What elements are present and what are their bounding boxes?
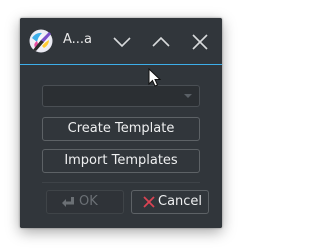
- import-templates-button[interactable]: Import Templates: [42, 149, 200, 173]
- create-template-button[interactable]: Create Template: [42, 117, 200, 141]
- import-templates-label: Import Templates: [64, 153, 178, 168]
- chevron-down-icon: [184, 94, 192, 98]
- minimize-button[interactable]: [111, 31, 133, 53]
- dialog-window: A...a Create Template Import Templates O…: [20, 18, 222, 228]
- dialog-content: Create Template Import Templates OK Canc…: [20, 65, 222, 228]
- window-title: A...a: [63, 32, 93, 47]
- cancel-button[interactable]: Cancel: [131, 190, 209, 214]
- create-template-label: Create Template: [67, 121, 175, 136]
- maximize-button[interactable]: [150, 31, 172, 53]
- cancel-x-icon: [143, 196, 155, 208]
- template-combobox[interactable]: [42, 85, 200, 107]
- chevron-up-icon: [152, 36, 170, 47]
- close-icon: [192, 34, 208, 50]
- separator: [42, 182, 200, 183]
- titlebar[interactable]: A...a: [20, 18, 222, 64]
- krita-brush-icon: [29, 29, 53, 53]
- chevron-down-icon: [113, 37, 131, 48]
- cancel-label: Cancel: [158, 194, 203, 209]
- ok-button[interactable]: OK: [46, 190, 124, 214]
- ok-arrow-icon: [62, 197, 74, 207]
- ok-label: OK: [79, 194, 98, 209]
- close-button[interactable]: [189, 31, 211, 53]
